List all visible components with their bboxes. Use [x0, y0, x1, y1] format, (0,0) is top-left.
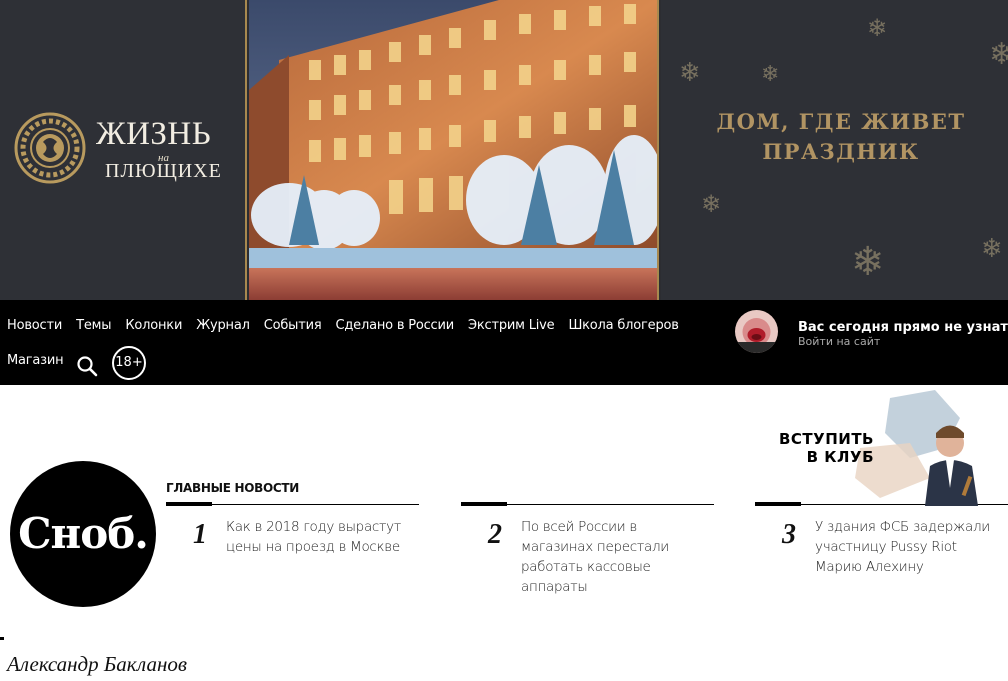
snowflake-icon: ❄: [761, 62, 780, 87]
nav-item-extreme-live[interactable]: Экстрим Live: [468, 318, 555, 333]
banner-slogan-panel: ❄ ❄ ❄ ❄ ❄ ❄ ❄ ДОМ, ГДЕ ЖИВЕТ ПРАЗДНИК: [661, 0, 1008, 300]
section-title: ГЛАВНЫЕ НОВОСТИ: [166, 481, 300, 495]
nav-item-magazine[interactable]: Журнал: [196, 318, 250, 333]
main-navigation: Новости Темы Колонки Журнал События Сдел…: [0, 300, 1008, 385]
news-number: 1: [193, 519, 207, 550]
search-icon[interactable]: [76, 355, 98, 377]
news-item[interactable]: 2 По всей России в магазинах перестали р…: [461, 502, 714, 595]
join-club-label[interactable]: ВСТУПИТЬ В КЛУБ: [778, 430, 874, 466]
logo-line1: ЖИЗНЬ: [96, 116, 212, 152]
snob-logo[interactable]: Сноб.: [10, 461, 156, 607]
nav-menu: Новости Темы Колонки Журнал События Сдел…: [7, 318, 679, 333]
snowflake-icon: ❄: [867, 14, 888, 42]
snowflake-icon: ❄: [981, 234, 1003, 264]
nav-item-topics[interactable]: Темы: [76, 318, 111, 333]
banner-logo-panel: ЖИЗНЬ на ПЛЮЩИХЕ: [0, 0, 247, 300]
news-headline[interactable]: У здания ФСБ задержали участницу Pussy R…: [815, 517, 1000, 577]
banner-logo-text: ЖИЗНЬ на ПЛЮЩИХЕ: [96, 116, 246, 182]
snowflake-icon: ❄: [679, 58, 701, 88]
avatar[interactable]: [735, 310, 778, 353]
user-greeting: Вас сегодня прямо не узнать: [798, 320, 1008, 335]
banner-building-image: [249, 0, 659, 300]
news-number: 3: [782, 519, 796, 550]
divider-mark: [0, 637, 4, 640]
slogan-line1: ДОМ, ГДЕ ЖИВЕТ: [716, 109, 966, 134]
building-illustration: [249, 0, 657, 300]
avatar-face-icon: [735, 310, 778, 353]
ad-banner[interactable]: ЖИЗНЬ на ПЛЮЩИХЕ ❄ ❄ ❄ ❄ ❄ ❄ ❄ ДОМ, ГДЕ …: [0, 0, 1008, 300]
greek-key-emblem-icon: [14, 112, 86, 184]
nav-item-news[interactable]: Новости: [7, 318, 62, 333]
age-rating-badge: 18+: [112, 346, 146, 380]
slogan-line2: ПРАЗДНИК: [762, 139, 920, 164]
nav-item-shop[interactable]: Магазин: [7, 353, 64, 368]
nav-item-bloggers-school[interactable]: Школа блогеров: [568, 318, 678, 333]
news-headline[interactable]: По всей России в магазинах перестали раб…: [521, 517, 706, 597]
news-number: 2: [488, 519, 502, 550]
nav-item-columns[interactable]: Колонки: [125, 318, 182, 333]
logo-line2: ПЛЮЩИХЕ: [105, 160, 222, 182]
nav-item-events[interactable]: События: [264, 318, 322, 333]
author-name[interactable]: Александр Бакланов: [7, 652, 187, 677]
join-club-banner[interactable]: ВСТУПИТЬ В КЛУБ: [760, 388, 1008, 506]
news-headline[interactable]: Как в 2018 году вырастут цены на проезд …: [226, 517, 411, 557]
news-item[interactable]: 1 Как в 2018 году вырастут цены на проез…: [166, 502, 419, 555]
snowflake-icon: ❄: [701, 190, 722, 218]
nav-item-made-in-russia[interactable]: Сделано в России: [336, 318, 455, 333]
snowflake-icon: ❄: [989, 37, 1008, 72]
banner-slogan: ДОМ, ГДЕ ЖИВЕТ ПРАЗДНИК: [661, 107, 1008, 167]
login-link[interactable]: Войти на сайт: [798, 335, 880, 348]
snowflake-icon: ❄: [851, 239, 885, 285]
